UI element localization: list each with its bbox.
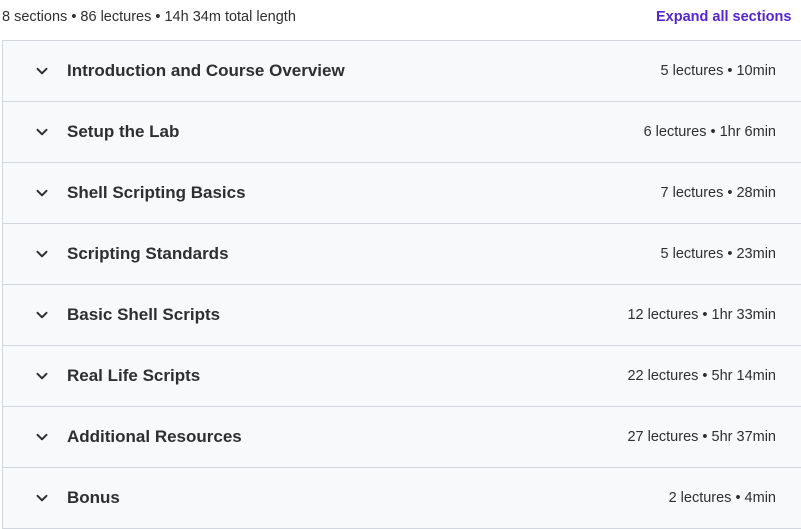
section-meta: 22 lectures • 5hr 14min — [627, 368, 776, 384]
section-meta: 5 lectures • 10min — [660, 63, 777, 79]
expand-all-sections-button[interactable]: Expand all sections — [656, 9, 791, 25]
section-title: Scripting Standards — [67, 244, 229, 263]
chevron-down-icon — [36, 250, 48, 258]
section-row-additional-resources[interactable]: Additional Resources 27 lectures • 5hr 3… — [3, 407, 801, 468]
section-meta: 6 lectures • 1hr 6min — [643, 124, 776, 140]
section-meta: 2 lectures • 4min — [668, 490, 776, 506]
section-title: Basic Shell Scripts — [67, 305, 221, 324]
chevron-down-icon — [36, 189, 48, 197]
section-meta: 12 lectures • 1hr 33min — [627, 307, 776, 323]
section-title: Bonus — [67, 488, 120, 507]
section-meta: 7 lectures • 28min — [660, 185, 777, 201]
chevron-down-icon — [36, 311, 48, 319]
section-row-setup-lab[interactable]: Setup the Lab 6 lectures • 1hr 6min — [3, 102, 801, 163]
section-title: Setup the Lab — [67, 122, 180, 141]
chevron-down-icon — [36, 128, 48, 136]
section-row-introduction[interactable]: Introduction and Course Overview 5 lectu… — [3, 41, 801, 102]
section-row-scripting-standards[interactable]: Scripting Standards 5 lectures • 23min — [3, 224, 801, 285]
section-row-bonus[interactable]: Bonus 2 lectures • 4min — [3, 468, 801, 529]
section-row-shell-scripting-basics[interactable]: Shell Scripting Basics 7 lectures • 28mi… — [3, 163, 801, 224]
curriculum-summary: 8 sections • 86 lectures • 14h 34m total… — [2, 9, 296, 25]
section-row-basic-shell-scripts[interactable]: Basic Shell Scripts 12 lectures • 1hr 33… — [3, 285, 801, 346]
section-title: Real Life Scripts — [67, 366, 201, 385]
chevron-down-icon — [36, 494, 48, 502]
curriculum-section-list: Introduction and Course Overview 5 lectu… — [2, 40, 801, 529]
section-title: Shell Scripting Basics — [67, 183, 246, 202]
section-meta: 27 lectures • 5hr 37min — [627, 429, 776, 445]
section-title: Introduction and Course Overview — [67, 61, 345, 80]
curriculum-header: 8 sections • 86 lectures • 14h 34m total… — [0, 0, 801, 40]
chevron-down-icon — [36, 372, 48, 380]
section-meta: 5 lectures • 23min — [660, 246, 777, 262]
chevron-down-icon — [36, 433, 48, 441]
section-title: Additional Resources — [67, 427, 242, 446]
section-row-real-life-scripts[interactable]: Real Life Scripts 22 lectures • 5hr 14mi… — [3, 346, 801, 407]
chevron-down-icon — [36, 67, 48, 75]
